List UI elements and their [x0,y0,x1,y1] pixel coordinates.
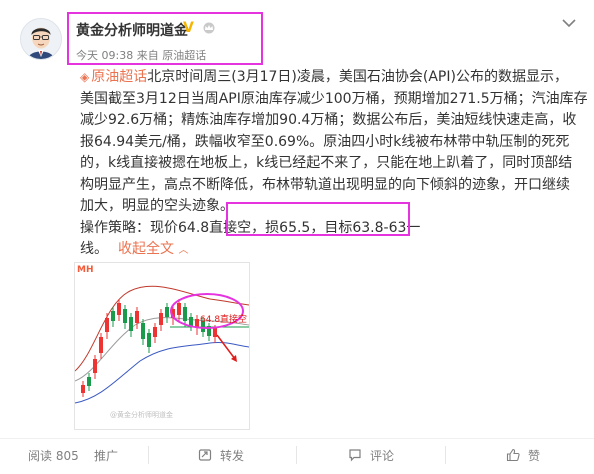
comment-icon [349,449,361,462]
footer-separator [296,446,297,464]
post-time[interactable]: 今天 09:38 [76,49,133,62]
topic-diamond-icon: ◈ [80,70,90,84]
chart-logo: MH [77,265,94,275]
content-text: 北京时间周三(3月17日)凌晨，美国石油协会(API)公布的数据显示， [147,69,568,85]
content-line-3: 减少92.6万桶；精炼油库存增加90.4万桶；数据公布后，美油短线快速走高，收 [80,112,577,128]
post-image[interactable]: MH [74,262,250,430]
repost-label: 转发 [220,448,245,463]
content-line-6: 构明显产生，高点不断降低，布林带轨道出现明显的向下倾斜的迹象，开口继续 [80,176,570,193]
post-source[interactable]: 原油超话 [162,49,206,62]
topic-link[interactable]: 原油超话 [91,69,147,85]
promote-label: 推广 [94,448,119,463]
avatar[interactable] [20,18,62,60]
content-line-8: 操作策略：现价64.8直接空，损65.5，目标63.8-63一 [80,218,580,240]
content-text: 线。 [80,241,108,257]
stop-target-text: ，损65.5，目标63.8-63一 [251,219,421,236]
like-label: 赞 [528,448,541,463]
read-count: 阅读 805 [28,445,79,465]
comment-label: 评论 [370,448,395,463]
comment-button[interactable]: 评论 [348,445,394,465]
verified-v-icon: V [183,20,194,36]
content-line-4: 报64.94美元/桶，跌幅收窄至0.69%。原油四小时k线被布林带中轨压制的死死 [80,133,570,150]
strategy-text: 操作策略：现价64.8直接空 [80,219,252,236]
footer-separator [148,446,149,464]
author-name[interactable]: 黄金分析师明道金 [76,20,188,40]
repost-icon [198,449,212,461]
post-content: ◈ 原油超话北京时间周三(3月17日)凌晨，美国石油协会(API)公布的数据显示，… [80,67,588,262]
content-line-2: 美国截至3月12日当周API原油库存减少100万桶，预期增加271.5万桶；汽油… [80,90,588,107]
footer-divider [0,438,594,439]
post-meta: 今天 09:38 来自 原油超话 [76,47,206,63]
like-button[interactable]: 赞 [506,445,540,465]
read-count-text: 阅读 805 [28,448,79,463]
content-line-7: 加大，明显的空头迹象。 [80,196,580,218]
from-label: 来自 [136,49,159,62]
thumbs-up-icon [506,448,520,462]
footer-separator [445,446,446,464]
crown-icon [203,22,215,34]
content-line-5: 的，k线直接被摁在地板上，k线已经起不来了，只能在地上趴着了，同时顶部结 [80,155,573,171]
image-watermark: @黄金分析师明道金 [110,411,173,419]
chevron-up-icon: ︿ [178,245,189,256]
content-text: 加大，明显的空头迹象。 [80,198,234,214]
candlestick-chart-image [75,285,249,404]
chart-annotation: 64.8直接空 [200,315,248,325]
weibo-post-card: 黄金分析师明道金 V 今天 09:38 来自 原油超话 ◈ 原油超话北京时间周三(… [0,0,594,474]
content-line-1: ◈ 原油超话北京时间周三(3月17日)凌晨，美国石油协会(API)公布的数据显示， [80,67,580,89]
chevron-down-icon[interactable] [562,18,576,28]
promote-button[interactable]: 推广 [94,445,118,465]
repost-button[interactable]: 转发 [198,445,244,465]
collapse-link[interactable]: 收起全文 [118,241,174,257]
content-line-9: 线。 收起全文 ︿ [80,239,580,262]
